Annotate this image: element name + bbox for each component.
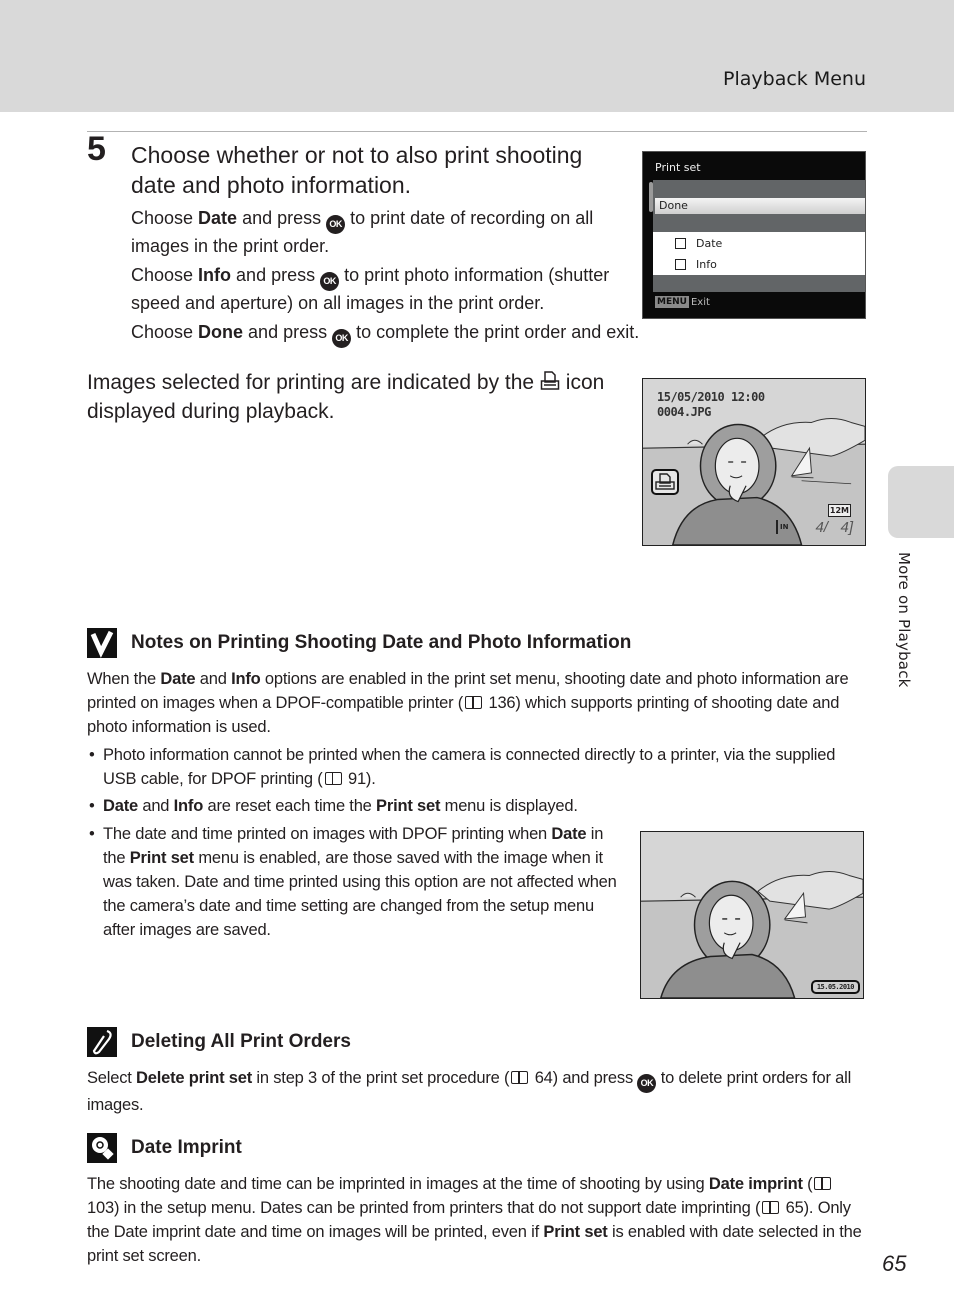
internal-memory-icon: IN [776, 520, 788, 534]
print-set-screen: Print set Done Date Info MENU Exit [642, 151, 866, 319]
note-bullet-1: Photo information cannot be printed when… [87, 743, 863, 791]
frame-counter: 4/ 4] [815, 519, 853, 536]
menu-item-done[interactable]: Done [655, 198, 865, 214]
print-set-title: Print set [655, 161, 701, 174]
deleting-text: Select Delete print set in step 3 of the… [87, 1069, 852, 1114]
menu-button-icon: MENU [655, 296, 689, 308]
page-link[interactable]: 65 [786, 1199, 804, 1217]
page-number: 65 [882, 1251, 907, 1276]
section-title: Playback Menu [723, 68, 866, 90]
option-info[interactable]: Info [675, 258, 717, 271]
date-stamp: 15.05.2010 [810, 980, 860, 994]
ok-button-icon: OK [637, 1074, 657, 1093]
menu-footer: MENU Exit [655, 296, 710, 308]
pencil-icon [87, 1027, 117, 1057]
side-tab[interactable] [888, 466, 954, 538]
note-bullet-2: Date and Info are reset each time the Pr… [87, 794, 863, 818]
info-checkbox[interactable] [675, 259, 686, 270]
step-title: Choose whether or not to also print shoo… [131, 142, 583, 198]
notes-intro: When the Date and Info options are enabl… [87, 670, 849, 736]
printer-icon [655, 473, 675, 490]
page-link[interactable]: 136 [488, 694, 515, 712]
step-number: 5 [87, 130, 106, 168]
image-size-icon: 12M [827, 504, 851, 517]
page-reference-icon [814, 1177, 832, 1190]
date-imprint-text: The shooting date and time can be imprin… [87, 1175, 862, 1265]
print-order-icon [540, 371, 560, 390]
deleting-heading: Deleting All Print Orders [87, 1027, 351, 1057]
ok-button-icon: OK [332, 329, 352, 348]
step-instructions: Choose Date and press OK to print date o… [131, 206, 639, 352]
page-link[interactable]: 91 [348, 770, 366, 788]
page-reference-icon [324, 772, 342, 785]
date-imprint-heading: Date Imprint [87, 1133, 242, 1163]
scrollbar[interactable] [649, 182, 653, 212]
note-bullet-3: The date and time printed on images with… [87, 822, 617, 942]
page-reference-icon [465, 696, 483, 709]
instruction-date: Choose Date and press OK to print date o… [131, 208, 594, 256]
ok-button-icon: OK [320, 272, 340, 291]
checkmark-icon [87, 628, 117, 658]
page-reference-icon [511, 1071, 529, 1084]
print-indicator-note: Images selected for printing are indicat… [87, 371, 605, 423]
tip-icon [87, 1133, 117, 1163]
side-tab-label: More on Playback [895, 552, 913, 688]
playback-screen: 15/05/2010 12:00 0004.JPG 12M IN 4/ 4] [642, 378, 866, 546]
ok-button-icon: OK [326, 215, 346, 234]
divider [87, 131, 867, 132]
page-link[interactable]: 103 [87, 1199, 114, 1217]
page-reference-icon [762, 1201, 780, 1214]
print-order-icon [651, 469, 679, 495]
instruction-info: Choose Info and press OK to print photo … [131, 265, 610, 313]
header-band [0, 0, 954, 112]
notes-heading: Notes on Printing Shooting Date and Phot… [87, 628, 631, 658]
osd-datetime: 15/05/2010 12:00 0004.JPG [657, 390, 765, 419]
date-checkbox[interactable] [675, 238, 686, 249]
portrait-illustration [641, 871, 863, 998]
page-link[interactable]: 64 [535, 1069, 553, 1087]
options-list: Date Info [653, 232, 865, 275]
date-stamp-screen: 15.05.2010 [640, 831, 864, 999]
option-date[interactable]: Date [675, 237, 722, 250]
instruction-done: Choose Done and press OK to complete the… [131, 320, 691, 348]
